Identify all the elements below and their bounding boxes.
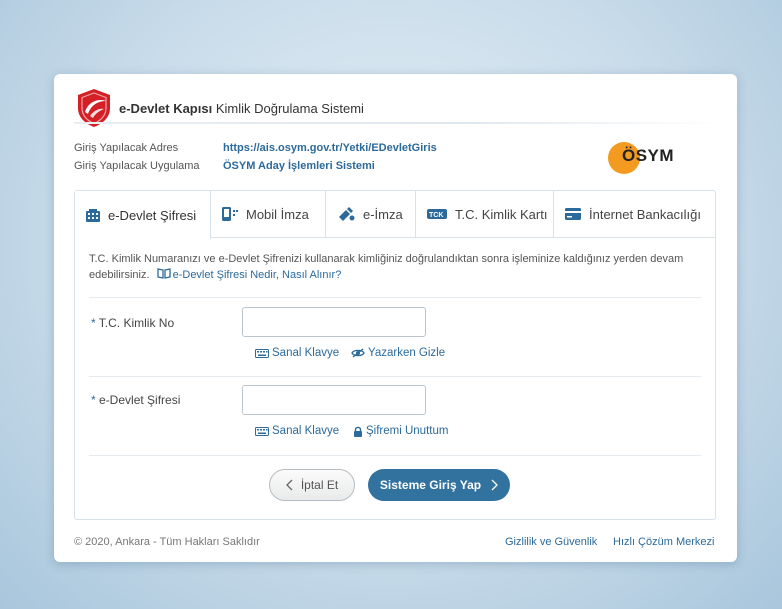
divider bbox=[89, 297, 701, 298]
hide-while-typing-toggle[interactable]: Yazarken Gizle bbox=[351, 347, 445, 359]
login-card: e-Devlet Kapısı Kimlik Doğrulama Sistemi… bbox=[54, 74, 737, 562]
privacy-link[interactable]: Gizlilik ve Güvenlik bbox=[505, 536, 597, 548]
tab-e-devlet-sifresi[interactable]: e-Devlet Şifresi bbox=[75, 191, 211, 239]
keyboard-icon bbox=[255, 426, 269, 436]
header-divider bbox=[74, 122, 724, 124]
credit-card-icon bbox=[565, 208, 581, 220]
forgot-password-link[interactable]: Şifremi Unuttum bbox=[353, 425, 448, 437]
tab-mobil-imza[interactable]: Mobil İmza bbox=[211, 191, 326, 237]
app-value: ÖSYM Aday İşlemleri Sistemi bbox=[223, 160, 375, 172]
lock-icon bbox=[354, 426, 362, 437]
divider bbox=[89, 376, 701, 377]
tc-kimlik-input[interactable] bbox=[242, 307, 426, 337]
auth-tabs: e-Devlet Şifresi Mobil İmza e-İmza TCK T… bbox=[75, 191, 715, 239]
brand-title: e-Devlet Kapısı Kimlik Doğrulama Sistemi bbox=[119, 101, 364, 116]
help-center-link[interactable]: Hızlı Çözüm Merkezi bbox=[613, 536, 714, 548]
tab-tc-kimlik-karti[interactable]: TCK T.C. Kimlik Kartı bbox=[416, 191, 554, 237]
chevron-left-icon bbox=[285, 479, 293, 491]
tc-label: * T.C. Kimlik No bbox=[91, 316, 175, 330]
password-label: * e-Devlet Şifresi bbox=[91, 393, 181, 407]
id-card-icon: TCK bbox=[427, 209, 447, 219]
address-value: https://ais.osym.gov.tr/Yetki/EDevletGir… bbox=[223, 142, 437, 154]
tab-internet-bankaciligi[interactable]: İnternet Bankacılığı bbox=[554, 191, 714, 237]
usb-token-icon bbox=[337, 207, 355, 221]
keypad-icon bbox=[86, 208, 100, 222]
app-label: Giriş Yapılacak Uygulama bbox=[74, 160, 200, 172]
help-link[interactable]: e-Devlet Şifresi Nedir, Nasıl Alınır? bbox=[153, 268, 341, 281]
osym-logo: ÖSYM bbox=[608, 138, 678, 178]
divider bbox=[89, 455, 701, 456]
cancel-button[interactable]: İptal Et bbox=[269, 469, 355, 501]
tab-e-imza[interactable]: e-İmza bbox=[326, 191, 416, 237]
login-button[interactable]: Sisteme Giriş Yap bbox=[368, 469, 510, 501]
svg-text:TCK: TCK bbox=[429, 212, 443, 219]
password-input[interactable] bbox=[242, 385, 426, 415]
chevron-right-icon bbox=[491, 479, 498, 491]
auth-panel: e-Devlet Şifresi Mobil İmza e-İmza TCK T… bbox=[74, 190, 716, 520]
description: T.C. Kimlik Numaranızı ve e-Devlet Şifre… bbox=[89, 253, 684, 281]
password-virtual-keyboard-link[interactable]: Sanal Klavye bbox=[255, 425, 339, 437]
address-label: Giriş Yapılacak Adres bbox=[74, 142, 179, 154]
eye-slash-icon bbox=[351, 348, 365, 358]
keyboard-icon bbox=[255, 348, 269, 358]
target-info: Giriş Yapılacak Adres https://ais.osym.g… bbox=[74, 142, 437, 178]
copyright: © 2020, Ankara - Tüm Hakları Saklıdır bbox=[74, 536, 260, 548]
tc-virtual-keyboard-link[interactable]: Sanal Klavye bbox=[255, 347, 339, 359]
mobile-signature-icon bbox=[222, 207, 238, 221]
book-icon bbox=[156, 268, 171, 279]
